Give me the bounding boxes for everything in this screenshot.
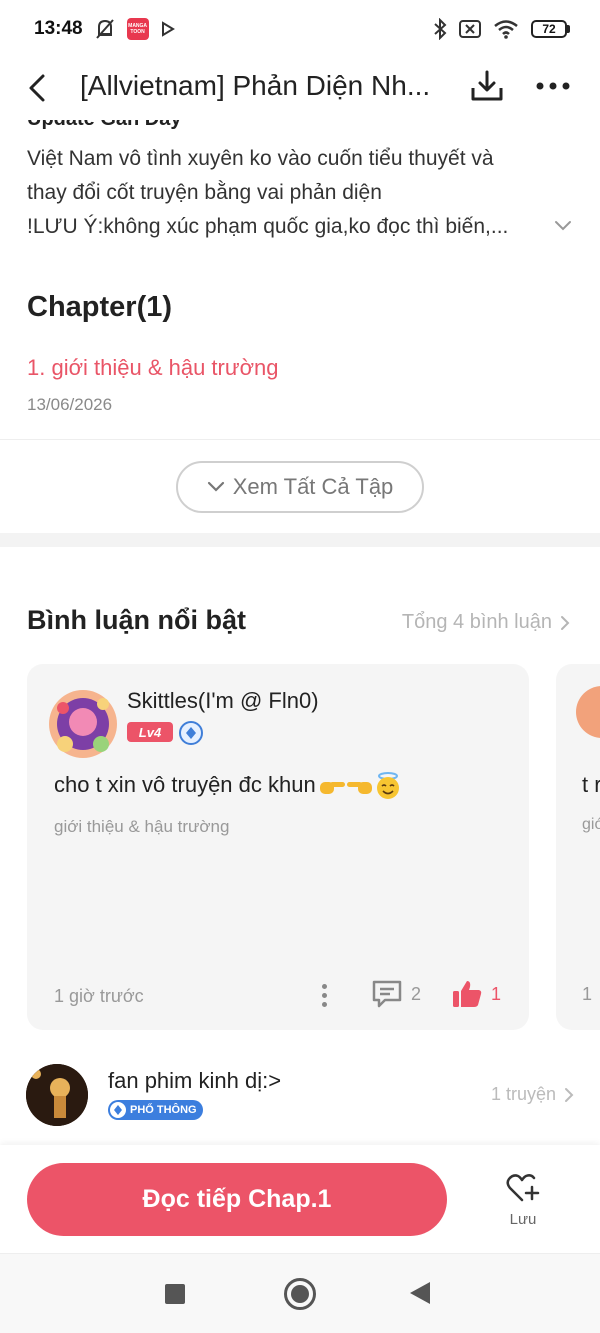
emoji-group <box>318 772 402 800</box>
avatar-frame-icon <box>49 690 117 758</box>
chevron-down-icon <box>207 481 224 492</box>
bluetooth-icon <box>434 18 447 40</box>
comment-time: 1 <box>582 984 593 1004</box>
author-avatar-icon <box>26 1064 88 1126</box>
continue-reading-button[interactable]: Đọc tiếp Chap.1 <box>27 1163 447 1236</box>
save-label: Lưu <box>509 1210 537 1228</box>
author-works-link[interactable]: 1 truyện <box>491 1084 574 1105</box>
home-button[interactable] <box>284 1278 316 1310</box>
chevron-right-icon <box>565 1087 574 1102</box>
description-line: thay đổi cốt truyện bằng vai phản diện <box>27 181 382 204</box>
comment-time: 1 giờ trước <box>54 986 144 1006</box>
comments-total-label: Tổng 4 bình luận <box>401 611 552 633</box>
comment-text: cho t xin vô truyện đc khun <box>54 772 402 800</box>
divider <box>0 439 600 440</box>
pointing-right-icon <box>319 782 345 795</box>
commenter-avatar <box>576 686 600 738</box>
save-button[interactable]: Lưu <box>490 1167 556 1233</box>
description-line: Việt Nam vô tình xuyên ko vào cuốn tiểu … <box>27 147 494 170</box>
comments-total-link[interactable]: Tổng 4 bình luận <box>402 611 570 634</box>
chevron-down-icon <box>555 221 571 231</box>
chapter-title: 1. giới thiệu & hậu trường <box>27 355 279 380</box>
comment-menu-button[interactable] <box>315 980 333 1010</box>
description-line: !LƯU Ý:không xúc phạm quốc gia,ko đọc th… <box>27 215 509 238</box>
app-badge-icon: MANGA TOON <box>126 18 149 40</box>
see-all-chapters-button[interactable]: Xem Tất Cả Tập <box>176 461 424 513</box>
author-badge-label: PHỔ THÔNG <box>130 1104 197 1116</box>
author-badge: PHỔ THÔNG <box>108 1100 203 1120</box>
reply-button[interactable]: 2 <box>371 977 421 1011</box>
chapter-heading: Chapter(1) <box>27 291 173 323</box>
download-icon <box>471 70 503 101</box>
battery-icon: 72 <box>531 20 570 38</box>
chapter-item[interactable]: 1. giới thiệu & hậu trường 13/06/2026 <box>27 355 567 425</box>
battery-level: 72 <box>531 20 567 38</box>
back-button[interactable] <box>22 68 52 108</box>
like-button[interactable]: 1 <box>451 977 501 1011</box>
expand-description-button[interactable] <box>552 216 574 236</box>
comment-text: t r <box>582 772 600 797</box>
status-right-icons: 72 <box>433 18 570 40</box>
status-time: 13:48 <box>34 18 83 39</box>
more-options-button[interactable] <box>532 66 574 106</box>
system-nav-bar <box>0 1253 600 1333</box>
author-name: fan phim kinh dị:> <box>108 1068 282 1093</box>
page-title: [Allvietnam] Phản Diện Nh... <box>80 70 431 101</box>
author-row[interactable]: fan phim kinh dị:> PHỔ THÔNG 1 truyện <box>26 1062 574 1126</box>
download-button[interactable] <box>468 66 506 106</box>
like-count: 1 <box>491 983 502 1004</box>
level-badge: Lv4 <box>127 722 173 742</box>
back-icon <box>29 74 45 102</box>
pointing-left-icon <box>346 782 372 795</box>
more-icon <box>536 82 570 90</box>
comment-card-next[interactable]: t r giớ 1 <box>556 664 600 1030</box>
commenter-name[interactable]: Skittles(I'm @ Fln0) <box>127 688 319 714</box>
commenter-avatar[interactable] <box>45 686 121 762</box>
author-avatar[interactable] <box>26 1064 88 1126</box>
wifi-icon <box>494 20 518 39</box>
vip-badge-icon <box>179 721 203 745</box>
thumbs-up-icon <box>453 981 482 1007</box>
sim-off-icon <box>459 20 481 38</box>
play-icon <box>161 21 175 37</box>
comment-card[interactable]: Skittles(I'm @ Fln0) Lv4 cho t xin vô tr… <box>27 664 529 1030</box>
author-works-label: 1 truyện <box>490 1084 556 1104</box>
badge-icon <box>110 1102 126 1118</box>
chevron-right-icon <box>561 615 570 630</box>
bottom-action-bar: Đọc tiếp Chap.1 Lưu <box>0 1145 600 1253</box>
description-text: Việt Nam vô tình xuyên ko vào cuốn tiểu … <box>27 142 567 244</box>
chapter-date: 13/06/2026 <box>27 395 113 414</box>
status-bar: 13:48 MANGA TOON 72 <box>0 0 600 58</box>
nav-back-button[interactable] <box>410 1282 430 1304</box>
halo-face-icon <box>376 772 399 800</box>
recent-apps-button[interactable] <box>165 1284 185 1304</box>
heart-add-icon <box>506 1173 540 1201</box>
see-all-label: Xem Tất Cả Tập <box>232 474 394 499</box>
comments-heading: Bình luận nổi bật <box>27 605 246 635</box>
comment-icon <box>372 980 402 1008</box>
section-separator <box>0 533 600 547</box>
app-header: [Allvietnam] Phản Diện Nh... <box>0 58 600 120</box>
comment-chapter: giớ <box>582 816 600 833</box>
comment-text-body: cho t xin vô truyện đc khun <box>54 772 316 797</box>
reply-count: 2 <box>411 983 422 1004</box>
comment-chapter: giới thiệu & hậu trường <box>54 817 230 836</box>
status-left-icons: MANGA TOON <box>95 18 175 40</box>
mute-bell-icon <box>95 19 114 39</box>
